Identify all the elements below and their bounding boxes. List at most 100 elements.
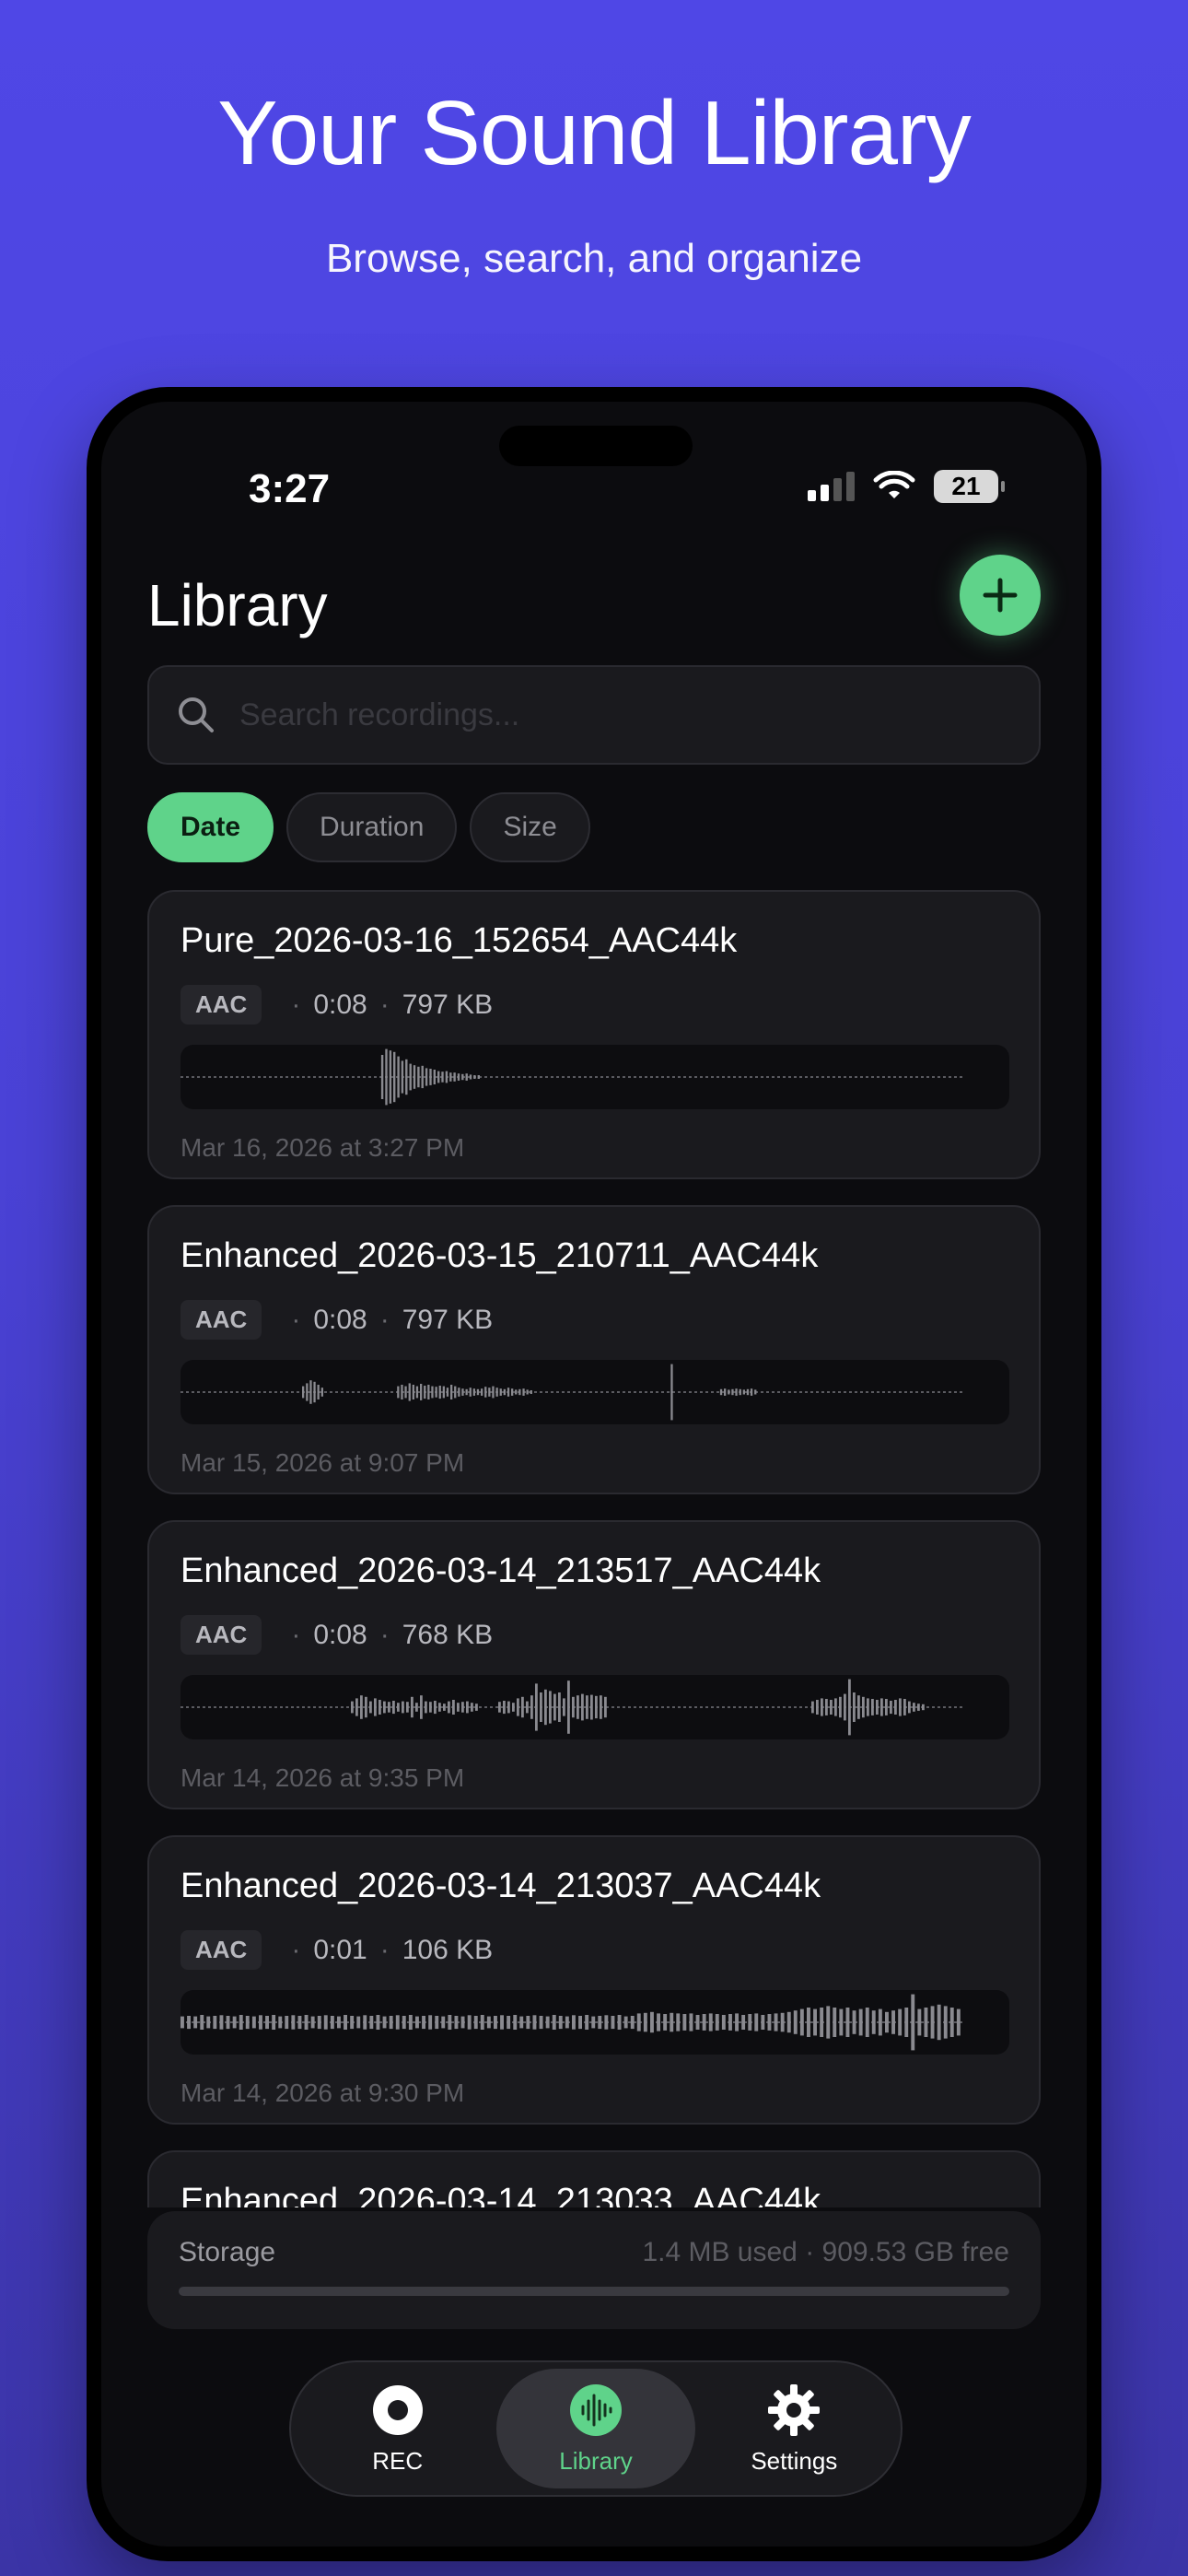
- sort-chips: Date Duration Size: [147, 792, 590, 862]
- waveform-bar: [858, 2008, 863, 2036]
- recording-title: Enhanced_2026-03-14_213037_AAC44k: [181, 1867, 821, 1905]
- waveform-bar: [397, 1056, 400, 1098]
- recording-card[interactable]: Enhanced_2026-03-14_213033_AAC44k: [147, 2150, 1041, 2207]
- waveform-bar: [911, 1994, 915, 2051]
- recordings-list[interactable]: Pure_2026-03-16_152654_AAC44k AAC · 0:08…: [147, 890, 1041, 2207]
- waveform-bar: [839, 2008, 844, 2036]
- waveform-preview[interactable]: [181, 1360, 1009, 1424]
- waveform-bar: [857, 1695, 860, 1719]
- waveform-bar: [393, 1051, 396, 1103]
- waveform-bar: [473, 2016, 478, 2030]
- waveform-bar: [578, 2016, 582, 2030]
- waveform-bar: [492, 1386, 495, 1399]
- waveform-bar: [297, 2016, 302, 2030]
- waveform-bar: [780, 2012, 785, 2032]
- waveform-bar: [431, 1386, 434, 1399]
- format-badge: AAC: [181, 1300, 262, 1340]
- storage-value: 1.4 MB used · 909.53 GB free: [642, 2237, 1009, 2267]
- waveform-preview[interactable]: [181, 1045, 1009, 1109]
- waveform-bar: [878, 2008, 882, 2036]
- waveform-bar: [369, 1701, 372, 1714]
- waveform-bar: [382, 2016, 387, 2029]
- waveform-bar: [449, 1072, 452, 1082]
- waveform-bar: [676, 2013, 681, 2032]
- waveform-bar: [461, 1073, 464, 1081]
- waveform-bar: [415, 1703, 418, 1712]
- recording-card[interactable]: Enhanced_2026-03-15_210711_AAC44k AAC · …: [147, 1205, 1041, 1494]
- recording-duration: 0:01: [313, 1934, 367, 1965]
- search-bar[interactable]: [147, 665, 1041, 765]
- add-recording-button[interactable]: [960, 555, 1041, 636]
- recording-card[interactable]: Enhanced_2026-03-14_213037_AAC44k AAC · …: [147, 1835, 1041, 2125]
- waveform-bar: [581, 1693, 584, 1721]
- waveform-bar: [415, 2016, 419, 2029]
- waveform-bar: [636, 2013, 641, 2032]
- waveform-bar: [834, 1698, 837, 1716]
- waveform-icon: [569, 2383, 622, 2436]
- meta-separator: ·: [379, 1304, 390, 1335]
- waveform-bar: [894, 1700, 897, 1715]
- sort-chip-size[interactable]: Size: [470, 792, 590, 862]
- tab-library[interactable]: Library: [496, 2369, 695, 2488]
- recording-duration: 0:08: [313, 1619, 367, 1650]
- waveform-bar: [663, 2014, 668, 2031]
- waveform-bar: [471, 1703, 473, 1712]
- waveform-bar: [754, 1389, 757, 1395]
- waveform-bar: [392, 1701, 395, 1715]
- waveform-bar: [446, 1388, 449, 1397]
- tab-settings[interactable]: Settings: [695, 2369, 893, 2488]
- waveform-bar: [526, 2016, 530, 2030]
- waveform-bar: [591, 2016, 596, 2029]
- record-icon: [372, 2384, 423, 2435]
- waveform-bar: [245, 2016, 250, 2030]
- meta-separator: ·: [291, 1304, 301, 1335]
- waveform-bar: [595, 1695, 598, 1719]
- waveform-bar: [421, 1065, 424, 1089]
- sort-chip-duration[interactable]: Duration: [286, 792, 458, 862]
- waveform-bar: [404, 1386, 407, 1399]
- waveform-bar: [413, 1065, 416, 1089]
- search-input[interactable]: [239, 697, 929, 733]
- waveform-bar: [731, 1388, 734, 1396]
- waveform-bar: [742, 1389, 745, 1395]
- waveform-bar: [767, 2014, 772, 2031]
- waveform-bar: [891, 2010, 895, 2034]
- waveform-bar: [924, 2008, 928, 2037]
- waveform-bar: [425, 1068, 428, 1086]
- waveform-bar: [913, 1703, 915, 1712]
- waveform-bar: [450, 1385, 453, 1399]
- sort-chip-date[interactable]: Date: [147, 792, 274, 862]
- waveform-bar: [441, 1071, 444, 1083]
- waveform-bar: [424, 1386, 426, 1399]
- status-icons: 21: [808, 470, 1005, 503]
- cellular-signal-icon: [808, 472, 855, 501]
- waveform-bar: [420, 1384, 423, 1400]
- recording-card[interactable]: Pure_2026-03-16_152654_AAC44k AAC · 0:08…: [147, 890, 1041, 1179]
- waveform-bar: [369, 2016, 374, 2030]
- waveform-bar: [604, 1696, 607, 1718]
- waveform-bar: [728, 1389, 730, 1395]
- waveform-bar: [604, 2015, 609, 2030]
- waveform-bar: [754, 2013, 759, 2032]
- waveform-bar: [567, 1680, 570, 1734]
- waveform-bar: [540, 1692, 542, 1722]
- tab-rec[interactable]: REC: [298, 2369, 496, 2488]
- waveform-bar: [454, 2016, 459, 2030]
- waveform-bar: [481, 1388, 483, 1396]
- waveform-bar: [545, 2016, 550, 2029]
- waveform-bar: [427, 1385, 430, 1399]
- waveform-bar: [460, 2016, 465, 2029]
- waveform-bar: [435, 2016, 439, 2030]
- waveform-bar: [617, 2015, 622, 2030]
- waveform-preview[interactable]: [181, 1990, 1009, 2055]
- waveform-bar: [477, 1075, 480, 1079]
- waveform-preview[interactable]: [181, 1675, 1009, 1739]
- recording-card[interactable]: Enhanced_2026-03-14_213517_AAC44k AAC · …: [147, 1520, 1041, 1809]
- waveform-bar: [552, 2015, 556, 2030]
- waveform-bar: [813, 2008, 817, 2036]
- waveform-bar: [526, 1389, 529, 1395]
- waveform-bar: [670, 1364, 673, 1421]
- waveform-bar: [650, 2011, 654, 2033]
- waveform-bar: [513, 2015, 518, 2030]
- waveform-bar: [302, 1386, 305, 1399]
